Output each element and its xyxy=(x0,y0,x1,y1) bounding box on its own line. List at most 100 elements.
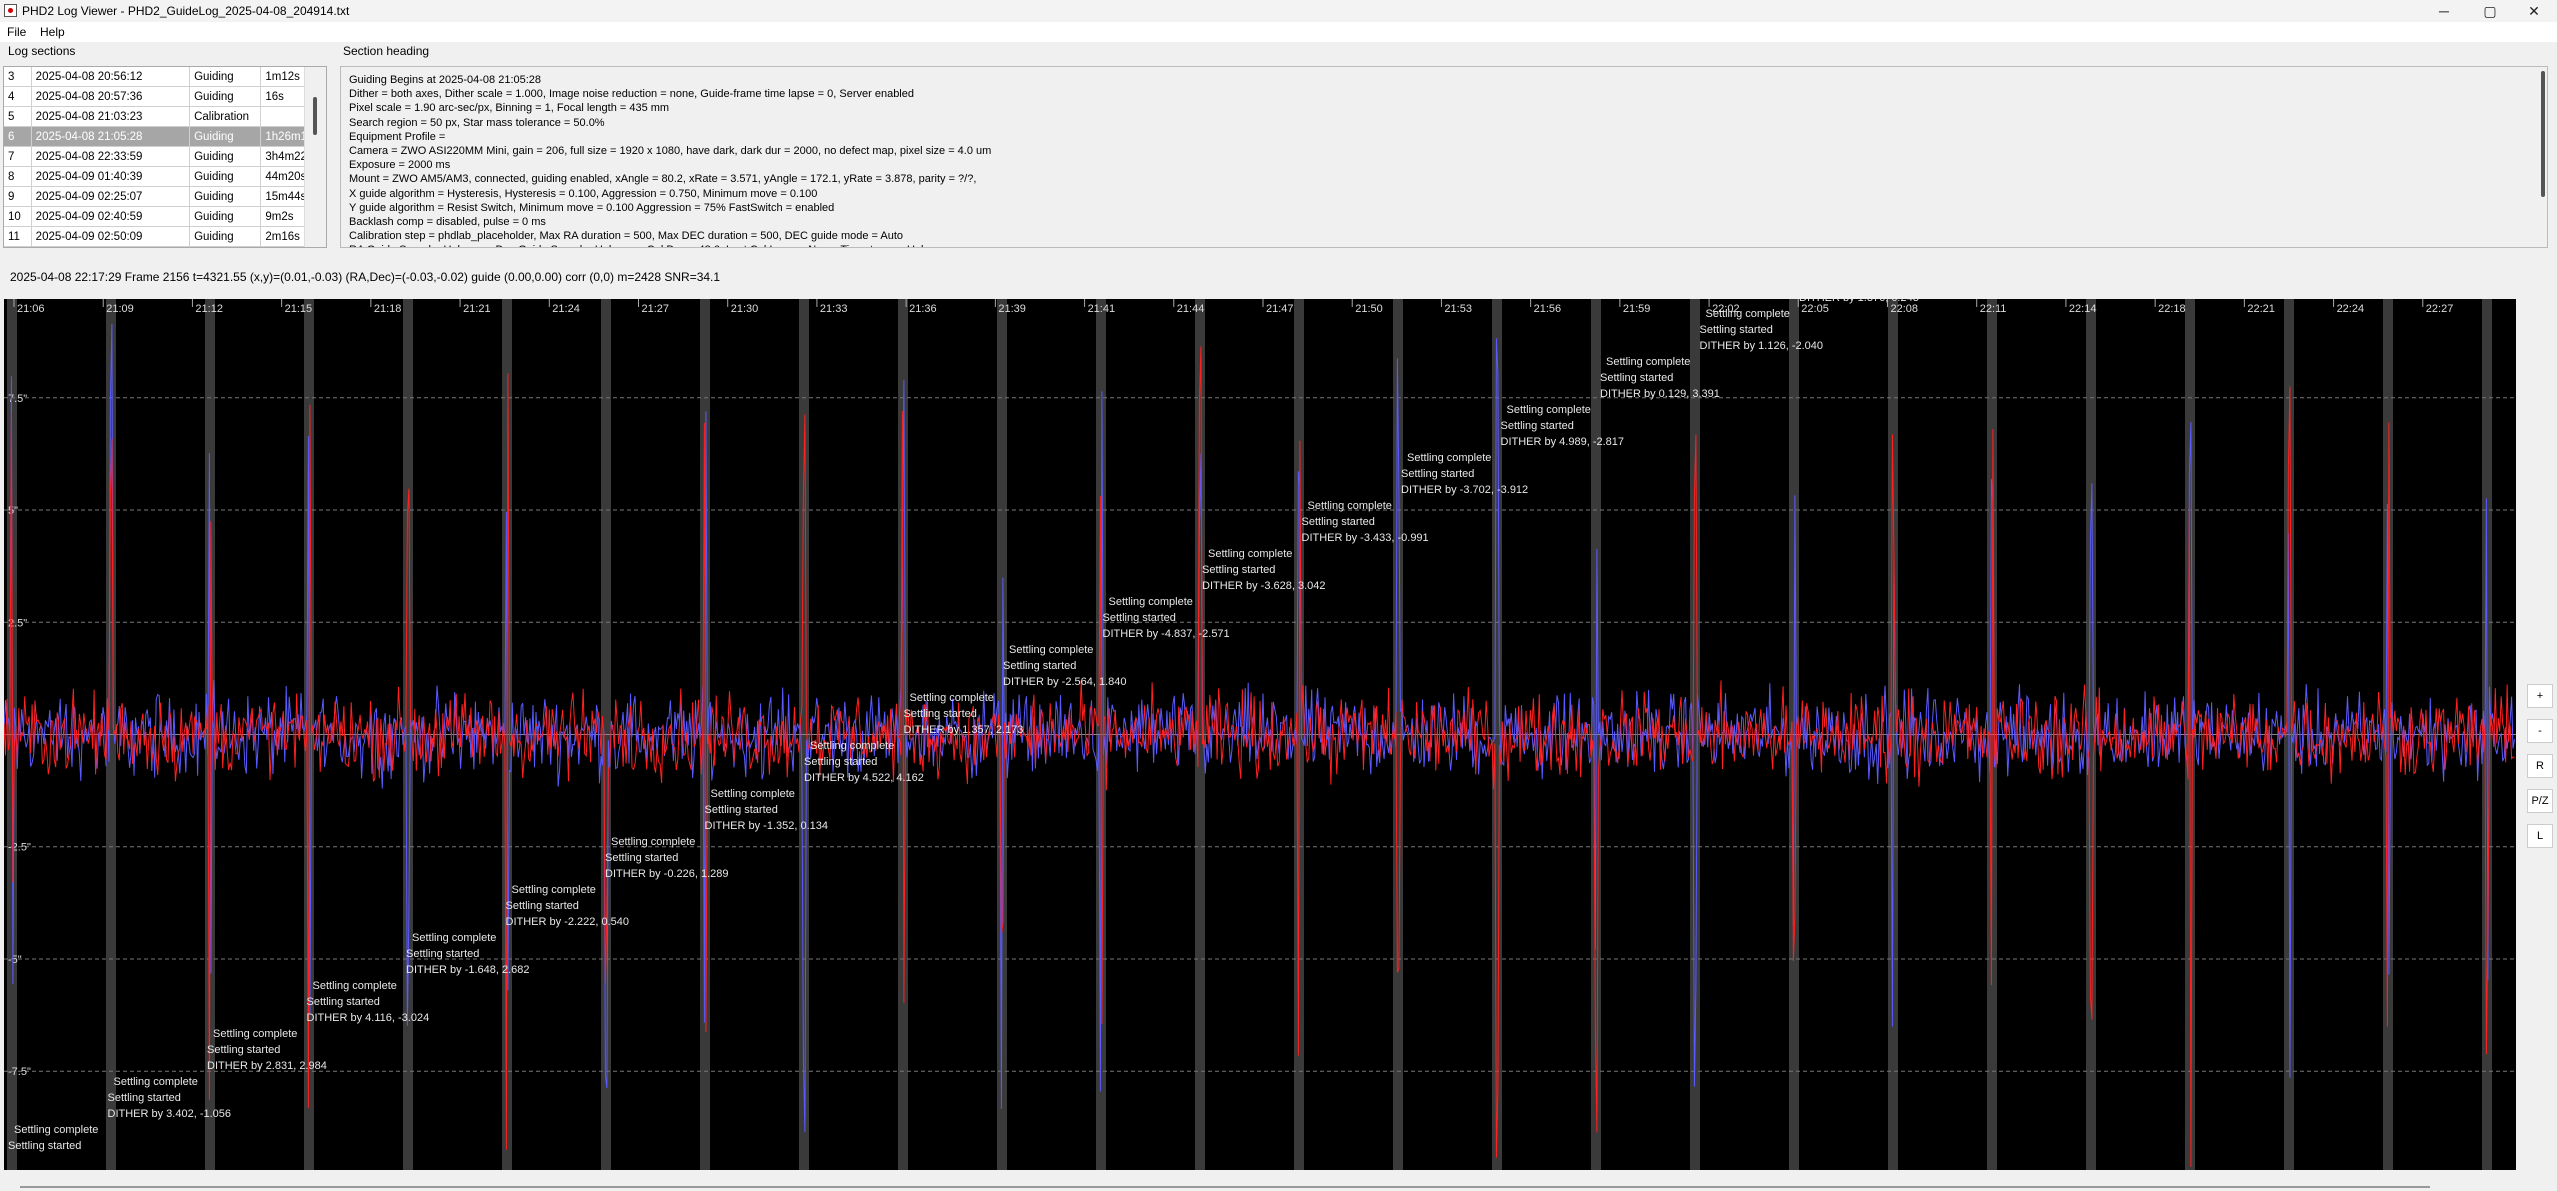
dither-annotation-line1: Settling complete xyxy=(1208,548,1292,560)
section-heading-line: Pixel scale = 1.90 arc-sec/px, Binning =… xyxy=(349,102,670,115)
section-heading-line: Y guide algorithm = Resist Switch, Minim… xyxy=(349,201,835,214)
log-section-type: Guiding xyxy=(189,206,262,227)
dither-annotation-line3: DITHER by -1.352, 0.134 xyxy=(705,820,829,832)
x-tick-label: 22:21 xyxy=(2247,303,2275,315)
dither-annotation-line1: Settling complete xyxy=(412,932,496,944)
app-icon xyxy=(4,4,17,17)
log-section-date: 2025-04-08 21:05:28 xyxy=(31,126,191,147)
dither-annotation-line2: Settling started xyxy=(804,756,877,768)
dither-annotation-line3: DITHER by 1.126, -2.040 xyxy=(1700,340,1824,352)
graph-horizontal-scrollbar[interactable] xyxy=(20,1186,2430,1188)
dither-annotation-line1: Settling complete xyxy=(711,788,795,800)
dither-annotation-line2: Settling started xyxy=(207,1044,280,1056)
dither-annotation-line1: Settling complete xyxy=(1507,404,1591,416)
dither-annotation-line1: Settling complete xyxy=(1109,596,1193,608)
log-section-num: 5 xyxy=(4,106,32,127)
x-tick-label: 21:33 xyxy=(820,303,848,315)
x-tick-label: 21:12 xyxy=(195,303,223,315)
x-tick-label: 21:53 xyxy=(1444,303,1472,315)
log-sections-list[interactable]: 3 2025-04-08 20:56:12 Guiding 1m12s 4 2025-04… xyxy=(3,66,327,248)
log-section-row[interactable]: 8 2025-04-09 01:40:39 Guiding 44m20s xyxy=(4,166,326,187)
log-section-row[interactable]: 9 2025-04-09 02:25:07 Guiding 15m44s xyxy=(4,186,326,207)
dither-annotation-line1: Settling complete xyxy=(1706,308,1790,320)
section-heading-line: Camera = ZWO ASI220MM Mini, gain = 206, … xyxy=(349,145,992,158)
section-heading-scrollbar[interactable] xyxy=(2541,71,2545,197)
log-section-date: 2025-04-08 22:33:59 xyxy=(31,146,191,167)
log-sections-table: 3 2025-04-08 20:56:12 Guiding 1m12s 4 2025-04… xyxy=(4,67,326,247)
pan-zoom-button[interactable]: P/Z xyxy=(2527,789,2553,813)
section-heading-line: X guide algorithm = Hysteresis, Hysteres… xyxy=(349,187,818,200)
zoom-in-button[interactable]: + xyxy=(2527,684,2553,708)
x-tick-label: 21:30 xyxy=(731,303,759,315)
minimize-button[interactable]: ─ xyxy=(2421,0,2467,22)
dither-annotation-line3: DITHER by 4.116, -3.024 xyxy=(307,1012,430,1024)
guide-graph[interactable]: 7.5" 5" 2.5" -2.5" -5" -7.5" 21:06 21:09 21:12 21… xyxy=(4,299,2516,1170)
dither-annotation-line2: Settling started xyxy=(406,948,479,960)
section-heading-text: Guiding Begins at 2025-04-08 21:05:28 Dit… xyxy=(349,73,992,247)
dither-annotation-line1: Settling complete xyxy=(114,1076,198,1088)
section-heading-line: Calibration step = phdlab_placeholder, M… xyxy=(349,230,904,243)
dither-annotation-line3: DITHER by -1.648, 2.682 xyxy=(406,964,530,976)
x-tick-label: 21:18 xyxy=(374,303,402,315)
close-button[interactable]: ✕ xyxy=(2511,0,2557,22)
x-tick-label: 21:24 xyxy=(552,303,580,315)
x-tick-label: 22:14 xyxy=(2069,303,2097,315)
log-section-row[interactable]: 6 2025-04-08 21:05:28 Guiding 1h26m14s xyxy=(4,126,326,147)
dither-annotation-line3: DITHER by 4.522, 4.162 xyxy=(804,772,924,784)
dec-trace xyxy=(4,346,2515,1167)
y-tick-label: -7.5" xyxy=(8,1066,31,1078)
log-section-row[interactable]: 4 2025-04-08 20:57:36 Guiding 16s xyxy=(4,86,326,107)
log-section-num: 10 xyxy=(4,206,32,227)
x-tick-label: 21:56 xyxy=(1534,303,1562,315)
reset-button[interactable]: R xyxy=(2527,754,2553,778)
log-section-date: 2025-04-09 02:40:59 xyxy=(31,206,191,227)
log-section-row[interactable]: 11 2025-04-09 02:50:09 Guiding 2m16s xyxy=(4,226,326,247)
frame-status-line: 2025-04-08 22:17:29 Frame 2156 t=4321.55… xyxy=(10,270,721,284)
log-section-type: Guiding xyxy=(189,126,262,147)
log-section-date: 2025-04-09 02:50:09 xyxy=(31,226,191,247)
dither-annotation-line1: Settling complete xyxy=(910,692,994,704)
dither-annotation-line2: Settling started xyxy=(1600,372,1673,384)
menu-bar: File Help xyxy=(0,22,2557,42)
x-tick-label: 21:27 xyxy=(642,303,670,315)
menu-file[interactable]: File xyxy=(7,25,26,39)
log-section-num: 4 xyxy=(4,86,32,107)
dither-annotation-line3: DITHER by 0.129, 3.391 xyxy=(1600,388,1720,400)
log-section-type: Guiding xyxy=(189,67,262,87)
dither-annotation-line2: Settling started xyxy=(1003,660,1076,672)
dither-annotation-line1: Settling complete xyxy=(611,836,695,848)
dither-annotation-line3: DITHER by -3.628, 3.042 xyxy=(1202,580,1326,592)
dither-annotation-line3: DITHER by 1.357, 2.173 xyxy=(904,724,1024,736)
l-button[interactable]: L xyxy=(2527,824,2553,848)
x-tick-label: 22:05 xyxy=(1801,303,1829,315)
log-section-row[interactable]: 10 2025-04-09 02:40:59 Guiding 9m2s xyxy=(4,206,326,227)
maximize-button[interactable]: ▢ xyxy=(2467,0,2513,22)
section-heading-box[interactable]: Guiding Begins at 2025-04-08 21:05:28 Dit… xyxy=(340,66,2548,248)
dither-annotation-line1: Settling complete xyxy=(1407,452,1491,464)
x-tick-label: 21:09 xyxy=(106,303,134,315)
log-section-row[interactable]: 7 2025-04-08 22:33:59 Guiding 3h4m22s xyxy=(4,146,326,167)
log-section-num: 9 xyxy=(4,186,32,207)
log-section-row[interactable]: 3 2025-04-08 20:56:12 Guiding 1m12s xyxy=(4,67,326,87)
dither-annotation-line2: Settling started xyxy=(705,804,778,816)
dither-annotation-line3: DITHER by -0.226, 1.289 xyxy=(605,868,729,880)
section-heading-line: Exposure = 2000 ms xyxy=(349,159,451,172)
log-section-type: Guiding xyxy=(189,166,262,187)
dither-annotation-line2: Settling started xyxy=(1202,564,1275,576)
dither-annotation-line1: Settling complete xyxy=(1009,644,1093,656)
log-section-date: 2025-04-09 02:25:07 xyxy=(31,186,191,207)
log-sections-scrollbar[interactable] xyxy=(304,67,326,247)
x-tick-label: 21:21 xyxy=(463,303,491,315)
dither-annotation-line2: Settling started xyxy=(307,996,380,1008)
log-section-date: 2025-04-08 20:57:36 xyxy=(31,86,191,107)
log-section-row[interactable]: 5 2025-04-08 21:03:23 Calibration xyxy=(4,106,326,127)
x-tick-label: 21:41 xyxy=(1088,303,1116,315)
menu-help[interactable]: Help xyxy=(40,25,65,39)
log-sections-scroll-thumb[interactable] xyxy=(313,97,317,135)
guide-graph-svg: 7.5"5"2.5"-2.5"-5"-7.5"21:06 21:09 21:12 21… xyxy=(4,299,2516,1170)
dither-annotation-line2: Settling started xyxy=(506,900,579,912)
dither-annotation-line1: Settling complete xyxy=(512,884,596,896)
dither-annotation-line1: Settling complete xyxy=(14,1124,98,1136)
log-section-type: Guiding xyxy=(189,86,262,107)
zoom-out-button[interactable]: - xyxy=(2527,719,2553,743)
